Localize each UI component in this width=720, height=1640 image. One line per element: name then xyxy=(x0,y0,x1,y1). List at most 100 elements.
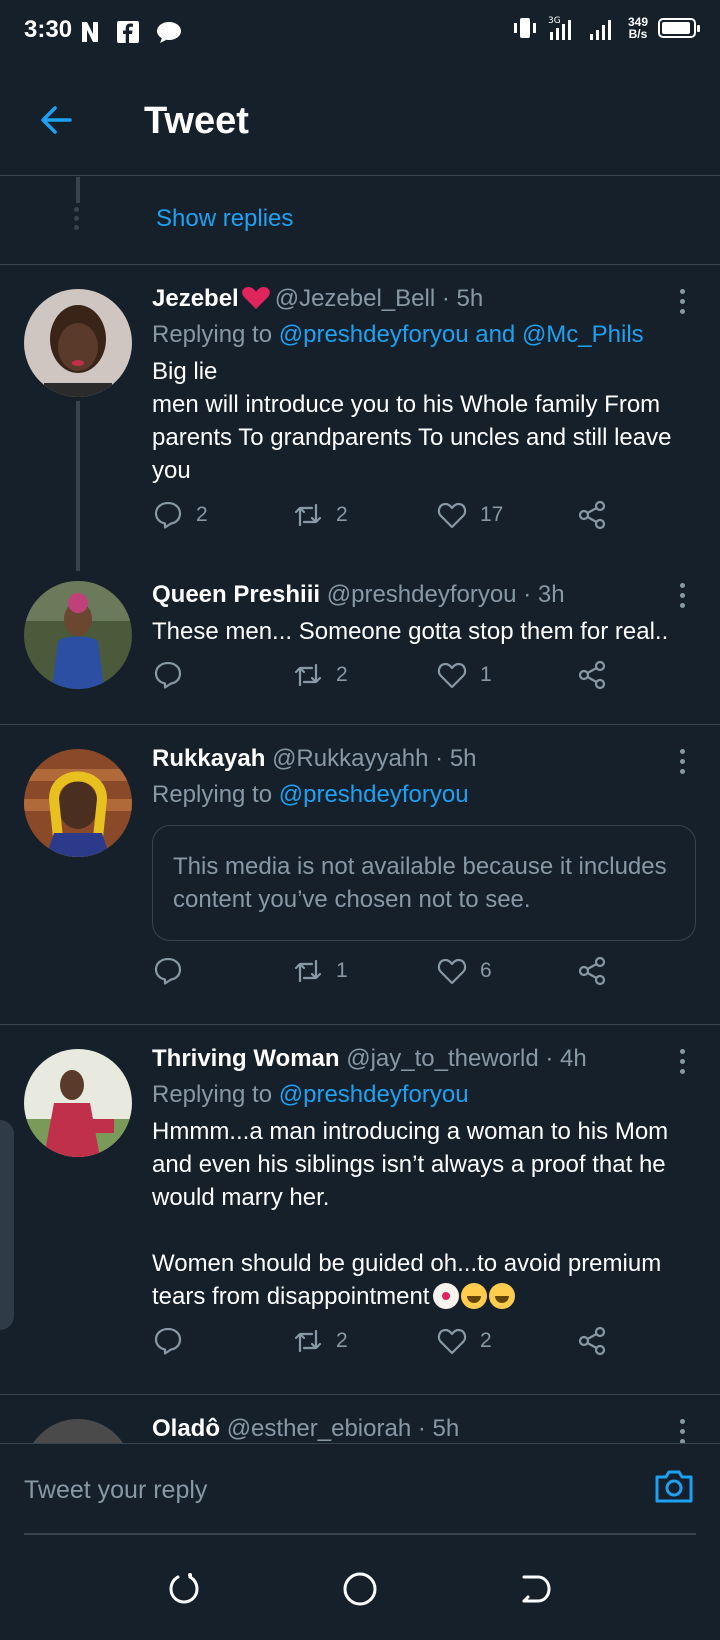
display-name[interactable]: Rukkayah xyxy=(152,745,265,772)
tweet-actions: 1 6 xyxy=(152,955,612,991)
username[interactable]: @Jezebel_Bell xyxy=(275,285,435,312)
tweet-paragraph: Hmmm...a man introducing a woman to his … xyxy=(152,1118,669,1211)
reply-button[interactable]: 2 xyxy=(152,499,208,531)
arrow-left-icon xyxy=(41,106,72,134)
share-icon xyxy=(578,500,606,530)
tweet-body: Oladô @esther_ebiorah · 5h xyxy=(152,1415,696,1443)
username[interactable]: @esther_ebiorah xyxy=(227,1415,411,1442)
tweet-text-line: Big lie xyxy=(152,358,218,385)
status-time: 3:30 xyxy=(24,16,73,43)
tweet[interactable]: Thriving Woman @jay_to_theworld · 4h Rep… xyxy=(0,1025,720,1395)
tweet-meta: Queen Preshiii @preshdeyforyou · 3h xyxy=(152,581,696,609)
reply-input[interactable]: Tweet your reply xyxy=(24,1476,207,1505)
mention-link[interactable]: @Mc_Phils xyxy=(522,321,644,348)
back-nav-button[interactable] xyxy=(516,1569,556,1609)
home-circle-icon xyxy=(343,1572,377,1606)
share-button[interactable] xyxy=(576,1325,608,1357)
tweet-text: Hmmm...a man introducing a woman to his … xyxy=(152,1115,696,1313)
mention-link[interactable]: @preshdeyforyou xyxy=(279,321,469,348)
replying-prefix: Replying to xyxy=(152,321,273,348)
tears-of-joy-emoji-icon xyxy=(461,1283,488,1309)
mention-link[interactable]: @preshdeyforyou xyxy=(279,781,469,808)
share-icon xyxy=(578,660,606,690)
edge-panel-handle[interactable] xyxy=(0,1120,14,1330)
display-name[interactable]: Thriving Woman xyxy=(152,1045,340,1072)
home-button[interactable] xyxy=(340,1569,380,1609)
avatar[interactable] xyxy=(24,1419,132,1443)
heart-icon xyxy=(437,502,467,529)
tweet-actions: 2 1 xyxy=(152,659,612,695)
back-button[interactable] xyxy=(36,100,76,140)
recents-icon xyxy=(169,1573,199,1604)
reply-count: 2 xyxy=(196,503,208,526)
like-count: 2 xyxy=(480,1329,492,1352)
recents-button[interactable] xyxy=(164,1569,204,1609)
share-button[interactable] xyxy=(576,659,608,691)
page-title: Tweet xyxy=(144,100,249,142)
like-button[interactable]: 1 xyxy=(436,659,492,691)
share-icon xyxy=(578,956,606,986)
reply-button[interactable] xyxy=(152,955,184,987)
tweet-meta: Oladô @esther_ebiorah · 5h xyxy=(152,1415,696,1443)
show-replies-link[interactable]: Show replies xyxy=(156,205,293,233)
reply-input-underline xyxy=(24,1533,696,1535)
retweet-button[interactable]: 1 xyxy=(292,955,348,987)
like-button[interactable]: 2 xyxy=(436,1325,492,1357)
tweet-body: Jezebel @Jezebel_Bell · 5h Replying to @p… xyxy=(152,285,696,487)
speed-unit: B/s xyxy=(628,27,648,41)
tweet-time: · 5h xyxy=(417,1415,460,1442)
camera-button[interactable] xyxy=(652,1464,696,1508)
avatar[interactable] xyxy=(24,1049,132,1157)
avatar[interactable] xyxy=(24,749,132,857)
tweet[interactable]: Queen Preshiii @preshdeyforyou · 3h Thes… xyxy=(0,565,720,725)
username[interactable]: @Rukkayyahh xyxy=(272,745,428,772)
tweet-body: Rukkayah @Rukkayyahh · 5h Replying to @p… xyxy=(152,745,696,941)
system-nav-bar xyxy=(0,1537,720,1640)
retweet-button[interactable]: 2 xyxy=(292,1325,348,1357)
share-button[interactable] xyxy=(576,955,608,987)
heart-icon xyxy=(437,958,467,985)
and-text: and xyxy=(475,321,516,348)
mention-link[interactable]: @preshdeyforyou xyxy=(279,1081,469,1108)
heart-icon xyxy=(437,662,467,689)
chat-notification-icon xyxy=(156,20,182,44)
tweet-meta: Jezebel @Jezebel_Bell · 5h xyxy=(152,285,696,313)
reply-icon xyxy=(154,501,182,529)
display-name[interactable]: Jezebel xyxy=(152,285,239,312)
tweet-actions: 2 2 xyxy=(152,1325,612,1361)
retweet-button[interactable]: 2 xyxy=(292,499,348,531)
hidden-media-notice[interactable]: This media is not available because it i… xyxy=(152,825,696,941)
tweet[interactable]: Rukkayah @Rukkayyahh · 5h Replying to @p… xyxy=(0,725,720,1025)
facebook-notification-icon xyxy=(116,20,140,44)
status-right: 3G 349 B/s xyxy=(512,14,700,42)
avatar[interactable] xyxy=(24,581,132,689)
network-speed: 349 B/s xyxy=(628,16,648,40)
signal-3g-icon: 3G xyxy=(548,16,571,40)
display-name[interactable]: Queen Preshiii xyxy=(152,581,320,608)
username[interactable]: @jay_to_theworld xyxy=(346,1045,538,1072)
like-count: 1 xyxy=(480,663,492,686)
retweet-button[interactable]: 2 xyxy=(292,659,348,691)
share-button[interactable] xyxy=(576,499,608,531)
display-name[interactable]: Oladô xyxy=(152,1415,220,1442)
tweet-meta: Rukkayah @Rukkayyahh · 5h xyxy=(152,745,696,773)
replying-to: Replying to @preshdeyforyou and @Mc_Phil… xyxy=(152,321,696,349)
username[interactable]: @preshdeyforyou xyxy=(327,581,517,608)
tweet-text: Big lie men will introduce you to his Wh… xyxy=(152,355,696,487)
show-replies-row[interactable]: Show replies xyxy=(0,177,720,265)
tears-of-joy-emoji-icon xyxy=(489,1283,516,1309)
reply-icon xyxy=(154,957,182,985)
like-button[interactable]: 6 xyxy=(436,955,492,987)
reply-button[interactable] xyxy=(152,1325,184,1357)
retweet-count: 2 xyxy=(336,1329,348,1352)
retweet-count: 1 xyxy=(336,959,348,982)
avatar[interactable] xyxy=(24,289,132,397)
tweet[interactable]: Oladô @esther_ebiorah · 5h xyxy=(0,1395,720,1443)
reply-feed[interactable]: Show replies Jezebel @Jezebel_Bell · 5h R… xyxy=(0,177,720,1443)
replying-to: Replying to @preshdeyforyou xyxy=(152,781,696,809)
camera-icon xyxy=(655,1470,693,1503)
tweet[interactable]: Jezebel @Jezebel_Bell · 5h Replying to @p… xyxy=(0,265,720,571)
reply-button[interactable] xyxy=(152,659,184,691)
like-button[interactable]: 17 xyxy=(436,499,503,531)
netflix-notification-icon xyxy=(78,20,102,44)
